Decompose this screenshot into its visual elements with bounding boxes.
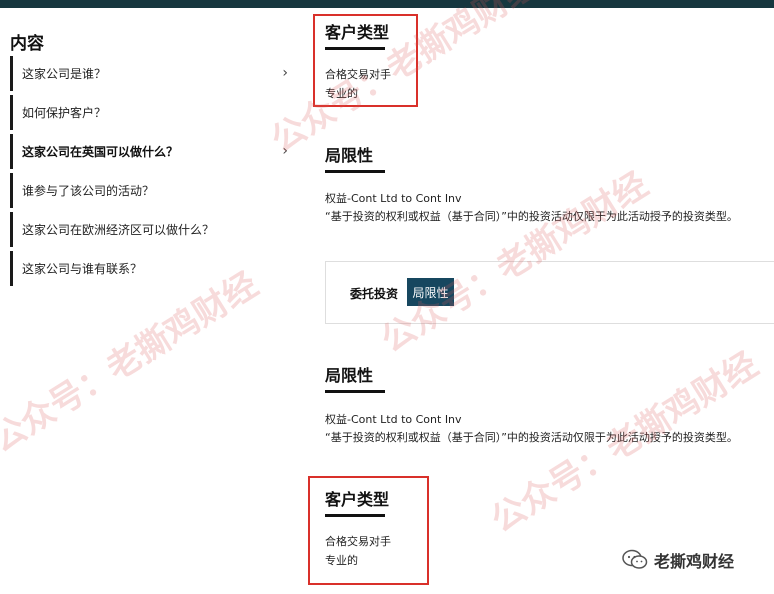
toc-item-who[interactable]: 这家公司是谁？ › (10, 56, 300, 91)
toc-title: 内容 (10, 34, 44, 54)
toc-list: 这家公司是谁？ › 如何保护客户？ 这家公司在英国可以做什么？ › 谁参与了该公… (10, 56, 300, 290)
toc-item-label: 这家公司与谁有联系？ (22, 262, 143, 276)
top-bar (0, 0, 774, 8)
chevron-right-icon: › (282, 143, 288, 159)
toc-item-label: 这家公司在欧洲经济区可以做什么？ (22, 223, 215, 237)
section-heading-client-type: 客户类型 (325, 23, 390, 42)
client-type-line: 合格交易对手 (325, 68, 391, 81)
heading-underline (325, 47, 385, 50)
brand-watermark: 老撕鸡财经 (622, 548, 734, 572)
tab-limitation[interactable]: 局限性 (407, 278, 454, 306)
heading-underline (325, 170, 385, 173)
limitation-line: 权益-Cont Ltd to Cont Inv (325, 413, 462, 426)
section-heading-limitation: 局限性 (325, 366, 374, 385)
toc-item-label: 如何保护客户？ (22, 106, 107, 120)
client-type-line: 合格交易对手 (325, 535, 391, 548)
heading-underline (325, 514, 385, 517)
client-type-line: 专业的 (325, 554, 358, 567)
toc-item-label: 谁参与了该公司的活动？ (22, 184, 155, 198)
limitation-line: “基于投资的权利或权益（基于合同）”中的投资活动仅限于为此活动授予的投资类型。 (325, 431, 738, 444)
toc-item-people[interactable]: 谁参与了该公司的活动？ (10, 173, 300, 208)
client-type-line: 专业的 (325, 87, 358, 100)
tab-panel: 委托投资 局限性 (325, 261, 774, 324)
toc-item-uk-activities[interactable]: 这家公司在英国可以做什么？ › (10, 134, 300, 169)
limitation-line: “基于投资的权利或权益（基于合同）”中的投资活动仅限于为此活动授予的投资类型。 (325, 210, 738, 223)
toc-item-label: 这家公司在英国可以做什么？ (22, 145, 179, 159)
toc-item-protection[interactable]: 如何保护客户？ (10, 95, 300, 130)
section-heading-client-type: 客户类型 (325, 490, 390, 509)
section-heading-limitation: 局限性 (325, 146, 374, 165)
chevron-right-icon: › (282, 65, 288, 81)
tab-delegated-investment[interactable]: 委托投资 (346, 279, 402, 307)
toc-item-eea[interactable]: 这家公司在欧洲经济区可以做什么？ (10, 212, 300, 247)
wechat-icon (622, 549, 648, 569)
toc-item-connections[interactable]: 这家公司与谁有联系？ (10, 251, 300, 286)
toc-item-label: 这家公司是谁？ (22, 67, 107, 81)
heading-underline (325, 390, 385, 393)
limitation-line: 权益-Cont Ltd to Cont Inv (325, 192, 462, 205)
brand-text: 老撕鸡财经 (654, 552, 735, 571)
